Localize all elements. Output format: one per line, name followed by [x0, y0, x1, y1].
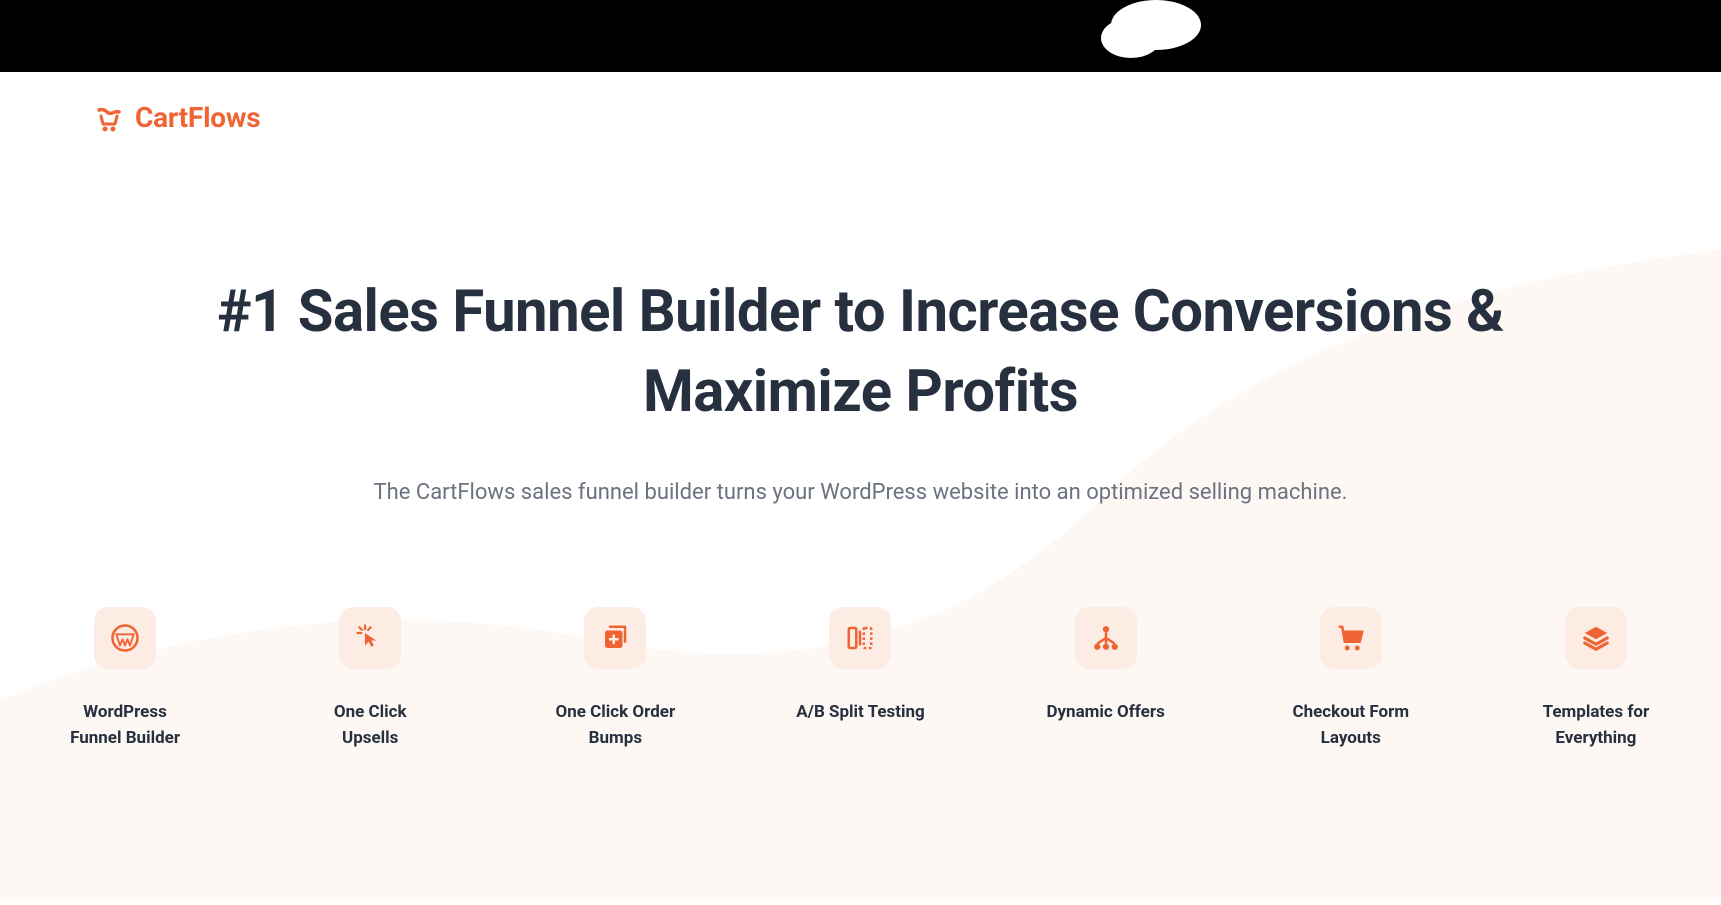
feature-one-click-upsells[interactable]: One Click Upsells — [305, 607, 435, 752]
feature-label: Dynamic Offers — [1046, 699, 1164, 725]
hierarchy-icon — [1075, 607, 1137, 669]
wordpress-icon — [94, 607, 156, 669]
top-black-bar — [0, 0, 1721, 72]
feature-label: Templates for Everything — [1531, 699, 1661, 752]
feature-label: WordPress Funnel Builder — [60, 699, 190, 752]
feature-label: One Click Upsells — [305, 699, 435, 752]
hero-subtitle: The CartFlows sales funnel builder turns… — [120, 476, 1601, 511]
brand-logo[interactable]: CartFlows — [93, 101, 260, 134]
layers-icon — [1565, 607, 1627, 669]
hero-section: #1 Sales Funnel Builder to Increase Conv… — [0, 272, 1721, 511]
feature-checkout-layouts[interactable]: Checkout Form Layouts — [1286, 607, 1416, 752]
ab-test-icon — [829, 607, 891, 669]
cursor-click-icon — [339, 607, 401, 669]
features-row: WordPress Funnel Builder One Click Upsel… — [0, 607, 1721, 752]
brand-name: CartFlows — [135, 101, 260, 134]
hero-title: #1 Sales Funnel Builder to Increase Conv… — [120, 272, 1601, 432]
feature-dynamic-offers[interactable]: Dynamic Offers — [1041, 607, 1171, 752]
feature-wordpress-funnel[interactable]: WordPress Funnel Builder — [60, 607, 190, 752]
feature-label: Checkout Form Layouts — [1286, 699, 1416, 752]
feature-label: A/B Split Testing — [796, 699, 925, 725]
cartflows-logo-icon — [93, 102, 125, 134]
feature-templates[interactable]: Templates for Everything — [1531, 607, 1661, 752]
plus-box-icon — [584, 607, 646, 669]
decorative-blob — [1101, 18, 1161, 58]
cart-icon — [1320, 607, 1382, 669]
feature-label: One Click Order Bumps — [550, 699, 680, 752]
feature-order-bumps[interactable]: One Click Order Bumps — [550, 607, 680, 752]
feature-ab-testing[interactable]: A/B Split Testing — [795, 607, 925, 752]
